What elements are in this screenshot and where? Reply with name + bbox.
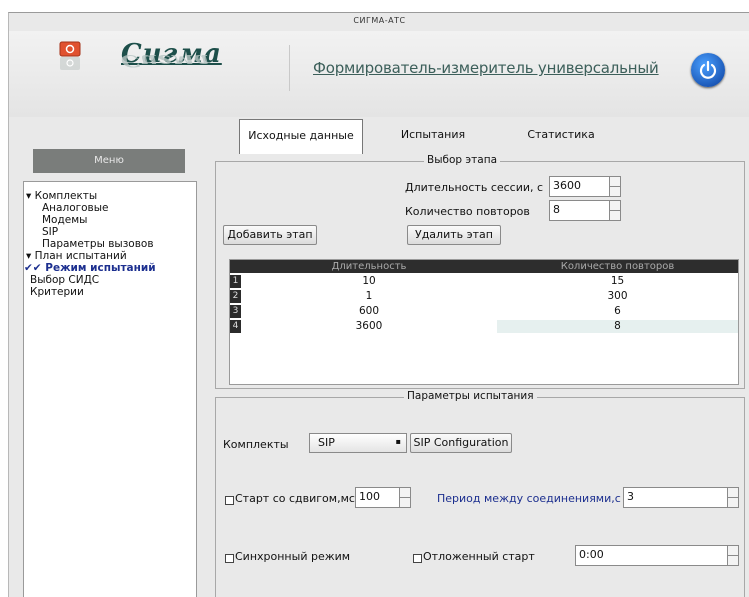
tree-item-sids[interactable]: Выбор СИДС	[30, 274, 99, 286]
menu-header: Меню	[33, 149, 185, 173]
table-cell-repeats[interactable]: 300	[497, 290, 738, 303]
table-cell-duration[interactable]: 3600	[241, 320, 497, 333]
row-header[interactable]: 3	[230, 305, 241, 318]
session-duration-stepper[interactable]: 3600	[549, 176, 621, 197]
kits-select[interactable]: SIP ▪	[309, 433, 407, 453]
stage-group-title: Выбор этапа	[424, 154, 501, 166]
offset-start-stepper[interactable]: 100	[355, 487, 411, 508]
delayed-start-label: Отложенный старт	[423, 550, 535, 563]
sip-configuration-button[interactable]: SIP Configuration	[410, 433, 512, 453]
logo-reflection: Сигма	[121, 50, 210, 71]
table-corner	[230, 260, 241, 273]
table-cell-duration[interactable]: 1	[241, 290, 497, 303]
delayed-start-time-input[interactable]: 0:00	[575, 545, 739, 566]
sync-mode-checkbox[interactable]	[225, 554, 234, 563]
stepper-arrows-icon[interactable]	[727, 488, 738, 507]
session-duration-label: Длительность сессии, с	[405, 181, 544, 194]
tree-item-test-mode[interactable]: ✔✔ Режим испытаний	[24, 262, 156, 274]
table-cell-repeats[interactable]: 6	[497, 305, 738, 318]
row-header[interactable]: 2	[230, 290, 241, 303]
offset-start-label: Старт со сдвигом,мс	[235, 492, 355, 505]
repeats-stepper[interactable]: 8	[549, 200, 621, 221]
period-stepper[interactable]: 3	[623, 487, 739, 508]
tab-statistics[interactable]: Статистика	[503, 119, 619, 151]
tree-item-test-plan[interactable]: ▾ План испытаний	[26, 250, 127, 262]
app-window: СИГМА-АТС Сигма Сигма Формирователь-изме…	[8, 12, 749, 597]
window-title: СИГМА-АТС	[353, 16, 406, 25]
offset-start-checkbox[interactable]	[225, 496, 234, 505]
period-value: 3	[627, 490, 634, 503]
table-cell-duration[interactable]: 10	[241, 275, 497, 288]
header-divider	[289, 45, 290, 91]
params-group-title: Параметры испытания	[404, 390, 537, 402]
row-header[interactable]: 4	[230, 320, 241, 333]
delayed-start-value: 0:00	[579, 548, 604, 561]
repeats-label: Количество повторов	[405, 205, 530, 218]
stepper-arrows-icon[interactable]	[727, 546, 738, 565]
sync-mode-label: Синхронный режим	[235, 550, 351, 563]
power-icon	[699, 60, 717, 79]
tree-item-criteria[interactable]: Критерии	[30, 286, 84, 298]
power-button[interactable]	[691, 53, 725, 87]
tree-item-call-params[interactable]: Параметры вызовов	[42, 238, 154, 250]
menu-tree: ▾ Комплекты Аналоговые Модемы SIP Параме…	[23, 181, 197, 597]
add-stage-button[interactable]: Добавить этап	[223, 225, 317, 245]
tab-tests[interactable]: Испытания	[383, 119, 483, 151]
table-cell-duration[interactable]: 600	[241, 305, 497, 318]
remove-stage-button[interactable]: Удалить этап	[407, 225, 501, 245]
period-label: Период между соединениями,с	[437, 492, 621, 505]
stepper-arrows-icon[interactable]	[609, 201, 620, 220]
tree-item-kits[interactable]: ▾ Комплекты	[26, 190, 97, 202]
tree-item-analog[interactable]: Аналоговые	[42, 202, 109, 214]
delayed-start-checkbox[interactable]	[413, 554, 422, 563]
stepper-arrows-icon[interactable]	[609, 177, 620, 196]
session-duration-value: 3600	[553, 179, 581, 192]
column-header-repeats[interactable]: Количество повторов	[497, 260, 738, 273]
offset-start-value: 100	[359, 490, 380, 503]
table-cell-repeats[interactable]: 15	[497, 275, 738, 288]
app-title: Формирователь-измеритель универсальный	[313, 59, 659, 77]
kits-select-value: SIP	[318, 436, 335, 449]
tab-bar: Исходные данные Испытания Статистика	[213, 119, 621, 154]
repeats-value: 8	[553, 203, 560, 216]
kits-label: Комплекты	[223, 438, 289, 451]
row-header[interactable]: 1	[230, 275, 241, 288]
tab-source-data[interactable]: Исходные данные	[239, 119, 363, 154]
dropdown-arrow-icon: ▪	[395, 437, 401, 446]
tree-item-sip[interactable]: SIP	[42, 226, 58, 238]
column-header-duration[interactable]: Длительность	[241, 260, 497, 273]
logo-icon	[59, 41, 81, 71]
tree-item-modems[interactable]: Модемы	[42, 214, 87, 226]
table-cell-repeats-selected[interactable]: 8	[497, 320, 738, 333]
stage-table: Длительность Количество повторов 1 10 15…	[229, 259, 739, 385]
stepper-arrows-icon[interactable]	[399, 488, 410, 507]
